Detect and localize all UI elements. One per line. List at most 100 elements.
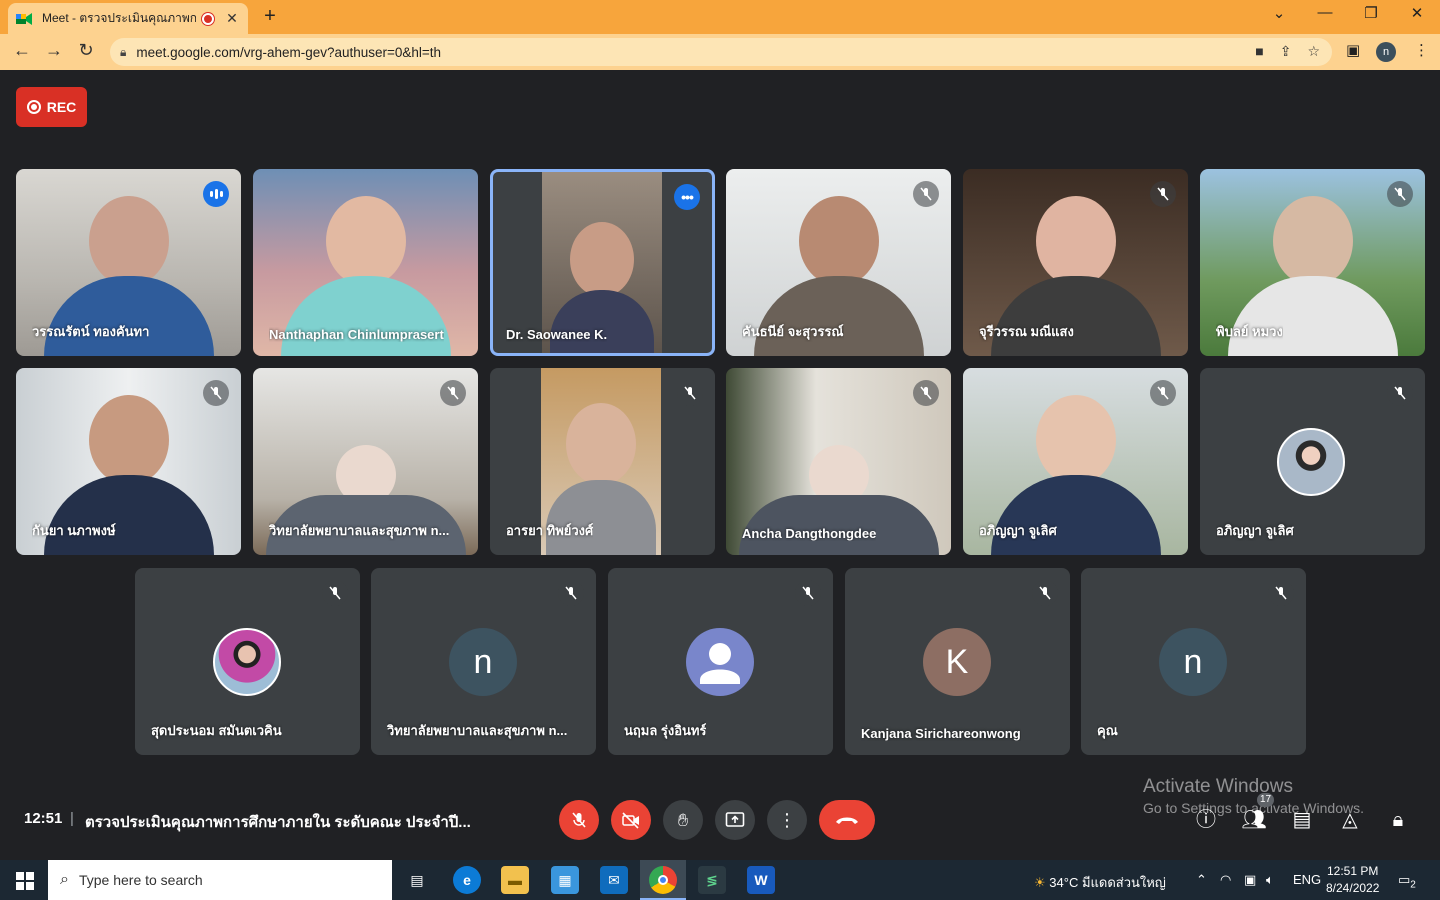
address-bar[interactable]: 🔒︎ meet.google.com/vrg-ahem-gev?authuser… bbox=[110, 38, 1332, 66]
more-options-icon[interactable]: ••• bbox=[674, 184, 700, 210]
participant-tile[interactable]: สุดประนอม สมันตเวคิน bbox=[135, 568, 360, 755]
muted-mic-icon bbox=[913, 181, 939, 207]
participant-tile[interactable]: กันยา นภาพงษ์ bbox=[16, 368, 241, 555]
participant-avatar: n bbox=[449, 628, 517, 696]
raise-hand-button[interactable]: ✋︎ bbox=[663, 800, 703, 840]
leave-call-button[interactable] bbox=[819, 800, 875, 840]
participant-name: จุรีวรรณ มณีแสง bbox=[979, 324, 1074, 339]
watermark-line1: Activate Windows bbox=[1143, 776, 1293, 797]
participant-tile-self[interactable]: n คุณ bbox=[1081, 568, 1306, 755]
camera-off-button[interactable] bbox=[611, 800, 651, 840]
browser-tabbar: Meet - ตรวจประเมินคุณภาพการ ✕ + ⌄ — ❐ ✕ bbox=[0, 0, 1440, 34]
participant-tile[interactable]: คันธนีย์ จะสุวรรณ์ bbox=[726, 169, 951, 356]
close-window-button[interactable]: ✕ bbox=[1402, 4, 1432, 22]
tab-search-icon[interactable]: ⌄ bbox=[1264, 4, 1294, 22]
notification-center-icon[interactable]: ▭2 bbox=[1398, 872, 1416, 891]
camera-off-icon bbox=[622, 812, 639, 829]
muted-mic-icon bbox=[1387, 181, 1413, 207]
profile-avatar[interactable]: n bbox=[1376, 42, 1396, 62]
muted-mic-icon bbox=[1150, 380, 1176, 406]
participant-avatar: K bbox=[923, 628, 991, 696]
participant-tile[interactable]: จุรีวรรณ มณีแสง bbox=[963, 169, 1188, 356]
back-arrow-icon[interactable]: ← bbox=[10, 40, 34, 61]
reload-icon[interactable]: ↻ bbox=[74, 40, 98, 61]
present-screen-button[interactable] bbox=[715, 800, 755, 840]
lock-icon: 🔒︎ bbox=[120, 44, 127, 59]
taskbar-clock[interactable]: 12:51 PM 8/24/2022 bbox=[1326, 863, 1379, 897]
participant-name: อภิญญา จูเลิศ bbox=[979, 523, 1057, 538]
participant-name: คันธนีย์ จะสุวรรณ์ bbox=[742, 324, 844, 339]
weather-widget[interactable]: ☀ 34°C มีแดดส่วนใหญ่ bbox=[1034, 872, 1166, 893]
participant-tile[interactable]: n วิทยาลัยพยาบาลและสุขภาพ n... bbox=[371, 568, 596, 755]
taskbar-date: 8/24/2022 bbox=[1326, 881, 1380, 895]
participant-name: Ancha Dangthongdee bbox=[742, 526, 877, 541]
mail-icon[interactable]: ✉ bbox=[600, 866, 628, 894]
language-indicator[interactable]: ENG bbox=[1293, 872, 1321, 887]
participant-tile[interactable]: Nanthaphan Chinlumprasert bbox=[253, 169, 478, 356]
participant-avatar bbox=[1277, 428, 1345, 496]
forward-arrow-icon[interactable]: → bbox=[42, 40, 66, 61]
browser-tab-meet[interactable]: Meet - ตรวจประเมินคุณภาพการ ✕ bbox=[8, 3, 248, 34]
muted-mic-icon bbox=[203, 380, 229, 406]
camera-permission-icon[interactable]: ■ bbox=[1255, 43, 1263, 60]
participant-avatar bbox=[213, 628, 281, 696]
more-menu-icon[interactable]: ⋮ bbox=[1414, 41, 1429, 59]
microsoft-store-icon[interactable]: ▦ bbox=[551, 866, 579, 894]
participant-video bbox=[542, 172, 662, 353]
participant-tile[interactable]: K Kanjana Sirichareonwong bbox=[845, 568, 1070, 755]
bookmark-star-icon[interactable]: ☆ bbox=[1307, 43, 1320, 60]
minimize-button[interactable]: — bbox=[1310, 4, 1340, 21]
participant-tile[interactable]: ••• Dr. Saowanee K. bbox=[490, 169, 715, 356]
word-icon[interactable]: W bbox=[747, 866, 775, 894]
restore-button[interactable]: ❐ bbox=[1356, 4, 1386, 22]
windows-taskbar: ⌕ Type here to search ▤ e ▬ ▦ ✉ ≶ W ☀ 34… bbox=[0, 860, 1440, 900]
participant-name: Dr. Saowanee K. bbox=[506, 327, 608, 342]
meet-tray-icon[interactable]: ▣ bbox=[1244, 872, 1256, 888]
taskbar-search-box[interactable]: ⌕ Type here to search bbox=[48, 860, 392, 900]
speaking-indicator-icon bbox=[203, 181, 229, 207]
participant-tile[interactable]: วิทยาลัยพยาบาลและสุขภาพ n... bbox=[253, 368, 478, 555]
hang-up-icon bbox=[836, 817, 858, 824]
close-tab-icon[interactable]: ✕ bbox=[224, 10, 240, 27]
participant-name: กันยา นภาพงษ์ bbox=[32, 523, 116, 538]
muted-mic-icon bbox=[1268, 580, 1294, 606]
more-options-button[interactable]: ⋮ bbox=[767, 800, 807, 840]
participant-tile[interactable]: อภิญญา จูเลิศ bbox=[1200, 368, 1425, 555]
participant-tile[interactable]: วรรณรัตน์ ทองคันทา bbox=[16, 169, 241, 356]
participant-tile[interactable]: พิบลย์ หมวง bbox=[1200, 169, 1425, 356]
muted-mic-icon bbox=[440, 380, 466, 406]
default-user-avatar-icon bbox=[686, 628, 754, 696]
windows-start-icon[interactable] bbox=[16, 872, 34, 890]
file-explorer-icon[interactable]: ▬ bbox=[501, 866, 529, 894]
participant-name: นฤมล รุ่งอินทร์ bbox=[624, 723, 707, 738]
participant-tile[interactable]: Ancha Dangthongdee bbox=[726, 368, 951, 555]
participant-tile[interactable]: นฤมล รุ่งอินทร์ bbox=[608, 568, 833, 755]
chat-icon[interactable]: ▤ bbox=[1288, 806, 1316, 834]
participant-name: พิบลย์ หมวง bbox=[1216, 324, 1283, 339]
chrome-icon[interactable] bbox=[649, 866, 677, 894]
host-controls-lock-icon[interactable]: 🔒︎ bbox=[1384, 806, 1412, 834]
people-icon[interactable]: 👥︎ bbox=[1240, 806, 1268, 834]
participant-name: อารยา ทิพย์วงศ์ bbox=[506, 523, 594, 538]
participant-tile[interactable]: อภิญญา จูเลิศ bbox=[963, 368, 1188, 555]
new-tab-button[interactable]: + bbox=[258, 5, 282, 28]
sidepanel-icon[interactable]: ▣ bbox=[1346, 41, 1360, 59]
edge-browser-icon[interactable]: e bbox=[453, 866, 481, 894]
muted-mic-icon bbox=[322, 580, 348, 606]
tray-chevron-up-icon[interactable]: ⌃ bbox=[1196, 872, 1207, 888]
app-icon[interactable]: ≶ bbox=[698, 866, 726, 894]
weather-sun-icon: ☀ bbox=[1034, 875, 1046, 890]
participant-name: Nanthaphan Chinlumprasert bbox=[269, 327, 444, 342]
participant-tile[interactable]: อารยา ทิพย์วงศ์ bbox=[490, 368, 715, 555]
share-icon[interactable]: ⇪ bbox=[1280, 43, 1292, 60]
participant-name: อภิญญา จูเลิศ bbox=[1216, 523, 1294, 538]
meeting-title[interactable]: ตรวจประเมินคุณภาพการศึกษาภายใน ระดับคณะ … bbox=[85, 810, 471, 834]
task-view-icon[interactable]: ▤ bbox=[403, 866, 431, 894]
mic-off-button[interactable] bbox=[559, 800, 599, 840]
meet-logo-icon bbox=[16, 12, 32, 25]
meeting-details-info-icon[interactable]: ⓘ bbox=[1192, 806, 1220, 834]
network-icon[interactable]: ◠ bbox=[1220, 872, 1231, 888]
participant-name: วิทยาลัยพยาบาลและสุขภาพ n... bbox=[387, 723, 568, 738]
volume-icon[interactable]: 🔈︎ bbox=[1266, 872, 1274, 888]
activities-icon[interactable]: ◬ bbox=[1336, 806, 1364, 834]
